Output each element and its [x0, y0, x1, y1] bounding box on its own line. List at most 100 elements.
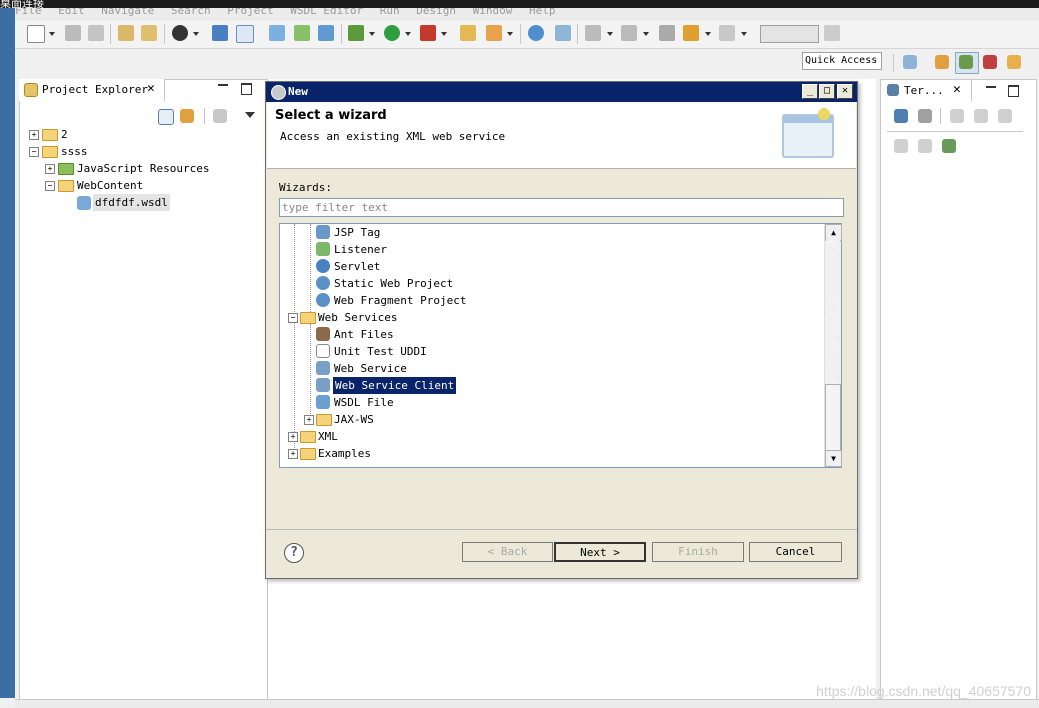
external-tools-icon[interactable]: [420, 25, 436, 41]
paste-icon[interactable]: [974, 109, 988, 123]
perspective-web-active[interactable]: [955, 52, 979, 74]
expand-icon[interactable]: +: [288, 432, 298, 442]
menu-search[interactable]: Search: [171, 8, 211, 17]
disconnect-icon[interactable]: [918, 109, 932, 123]
perspective-resource-icon[interactable]: [1007, 55, 1021, 69]
perspective-javaee-icon[interactable]: [935, 55, 949, 69]
wand-dropdown-icon[interactable]: [507, 32, 513, 36]
new-dropdown-icon[interactable]: [49, 32, 55, 36]
dialog-title-bar: New _ □ ✕: [266, 82, 857, 102]
menu-help[interactable]: Help: [529, 8, 556, 17]
forward-dropdown-icon[interactable]: [741, 32, 747, 36]
focus-icon[interactable]: [213, 109, 227, 123]
collapse-icon[interactable]: −: [45, 181, 55, 191]
monitor-icon[interactable]: [212, 25, 228, 41]
eclipse-icon: [271, 85, 286, 100]
run-dropdown-icon[interactable]: [405, 32, 411, 36]
menu-window[interactable]: Window: [473, 8, 513, 17]
help-icon[interactable]: ?: [284, 543, 304, 563]
prev-annotation-icon[interactable]: [621, 25, 637, 41]
wand-icon[interactable]: [486, 25, 502, 41]
perspective-debug-icon[interactable]: [983, 55, 997, 69]
cancel-button[interactable]: Cancel: [749, 542, 842, 562]
scrollbar-track[interactable]: [826, 240, 840, 384]
run-icon[interactable]: [384, 25, 400, 41]
menu-run[interactable]: Run: [380, 8, 400, 17]
collapse-icon[interactable]: −: [288, 313, 298, 323]
close-icon[interactable]: ✕: [953, 82, 961, 97]
connect-icon[interactable]: [894, 109, 908, 123]
save-all-icon[interactable]: [88, 25, 104, 41]
pen-icon[interactable]: [555, 25, 571, 41]
external-tools-dropdown-icon[interactable]: [441, 32, 447, 36]
last-edit-icon[interactable]: [659, 25, 675, 41]
scrollbar-thumb[interactable]: [825, 384, 841, 451]
print-icon[interactable]: [118, 25, 134, 41]
menu-file[interactable]: File: [15, 8, 42, 17]
open-folder-icon[interactable]: [460, 25, 476, 41]
close-icon[interactable]: ✕: [147, 81, 155, 96]
next-annotation-icon[interactable]: [585, 25, 601, 41]
clear-icon[interactable]: [998, 109, 1012, 123]
scroll-lock-icon[interactable]: [894, 139, 908, 153]
copy-icon[interactable]: [950, 109, 964, 123]
tree-item-label: ssss: [61, 145, 88, 158]
maximize-icon[interactable]: [1008, 85, 1019, 97]
user-dropdown-icon[interactable]: [193, 32, 199, 36]
expand-icon[interactable]: +: [304, 415, 314, 425]
menu-project[interactable]: Project: [227, 8, 273, 17]
minimize-icon[interactable]: [986, 86, 996, 88]
minimize-icon[interactable]: [218, 84, 228, 86]
new-server-icon[interactable]: [269, 25, 285, 41]
project-explorer-tab[interactable]: Project Explorer ✕: [19, 79, 165, 101]
open-type-icon[interactable]: [141, 25, 157, 41]
menu-wsdl-editor[interactable]: WSDL Editor: [290, 8, 363, 17]
camera-icon[interactable]: [824, 25, 840, 41]
collapse-all-icon[interactable]: [158, 109, 174, 125]
server-icon[interactable]: [318, 25, 334, 41]
menu-navigate[interactable]: Navigate: [101, 8, 154, 17]
back-button[interactable]: < Back: [462, 542, 553, 562]
debug-icon[interactable]: [348, 25, 364, 41]
debug-dropdown-icon[interactable]: [369, 32, 375, 36]
dialog-minimize-button[interactable]: _: [802, 84, 818, 99]
user-icon[interactable]: [172, 25, 188, 41]
expand-icon[interactable]: +: [29, 130, 39, 140]
maximize-icon[interactable]: [241, 83, 252, 95]
publish-icon[interactable]: [294, 25, 310, 41]
wizard-tree-scrollbar[interactable]: ▲ ▼: [824, 224, 842, 467]
save-icon[interactable]: [65, 25, 81, 41]
view-menu-icon[interactable]: [245, 112, 255, 118]
menu-edit[interactable]: Edit: [58, 8, 85, 17]
expand-icon[interactable]: +: [45, 164, 55, 174]
dialog-close-button[interactable]: ✕: [837, 84, 853, 99]
menu-design[interactable]: Design: [416, 8, 456, 17]
globe-icon[interactable]: [528, 25, 544, 41]
forward-icon[interactable]: [719, 25, 735, 41]
wizard-filter-input[interactable]: type filter text: [279, 198, 844, 217]
open-perspective-icon[interactable]: [903, 55, 917, 69]
skip-breakpoints-icon[interactable]: [236, 25, 254, 43]
new-icon[interactable]: [27, 25, 45, 43]
collapse-icon[interactable]: −: [29, 147, 39, 157]
expand-icon[interactable]: +: [288, 449, 298, 459]
listener-icon: [316, 242, 330, 256]
scroll-up-icon[interactable]: ▲: [825, 224, 842, 241]
wizard-item-label: Servlet: [334, 260, 381, 273]
prev-annotation-dropdown-icon[interactable]: [643, 32, 649, 36]
terminal-tab[interactable]: Ter... ✕: [881, 80, 972, 101]
scroll-down-icon[interactable]: ▼: [825, 450, 842, 467]
wizard-tree[interactable]: JSP Tag Listener Servlet Static Web Proj…: [279, 223, 842, 468]
settings-icon[interactable]: [942, 139, 956, 153]
wizard-banner-icon: [782, 108, 834, 158]
next-button[interactable]: Next >: [554, 542, 646, 562]
next-annotation-dropdown-icon[interactable]: [607, 32, 613, 36]
link-with-editor-icon[interactable]: [180, 109, 194, 123]
toolbar-combo[interactable]: [760, 25, 819, 43]
back-icon[interactable]: [683, 25, 699, 41]
finish-button[interactable]: Finish: [652, 542, 744, 562]
select-all-icon[interactable]: [918, 139, 932, 153]
back-dropdown-icon[interactable]: [705, 32, 711, 36]
dialog-maximize-button[interactable]: □: [819, 84, 835, 99]
quick-access-field[interactable]: Quick Access: [802, 52, 882, 70]
